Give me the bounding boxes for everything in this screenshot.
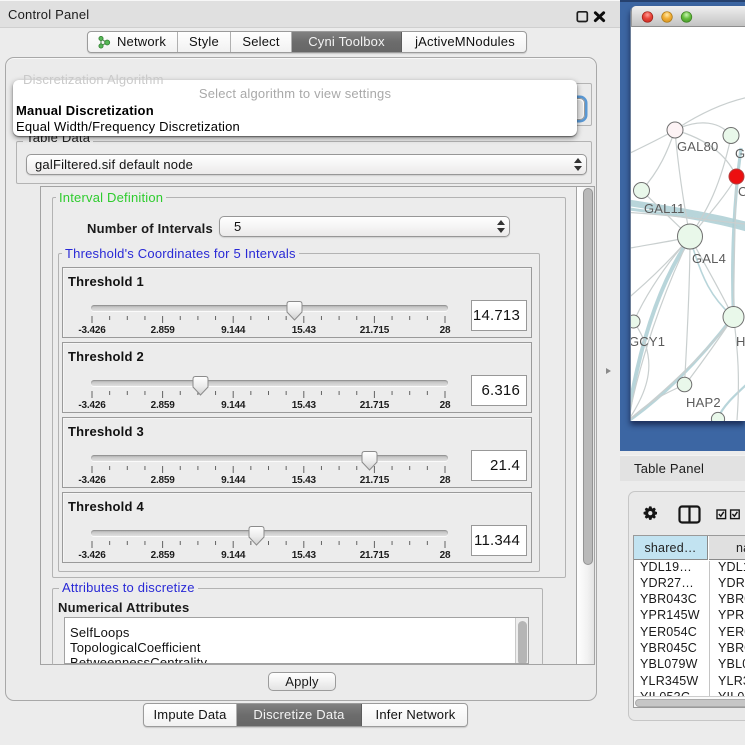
svg-text:C: C	[738, 184, 745, 199]
svg-text:GCY1: GCY1	[631, 334, 665, 349]
svg-text:H: H	[736, 334, 745, 349]
svg-text:HAP2: HAP2	[686, 395, 721, 410]
svg-text:GA: GA	[735, 146, 745, 161]
svg-text:GAL80: GAL80	[677, 139, 718, 154]
svg-text:GAL11: GAL11	[644, 201, 685, 216]
svg-text:GAL4: GAL4	[692, 251, 726, 266]
